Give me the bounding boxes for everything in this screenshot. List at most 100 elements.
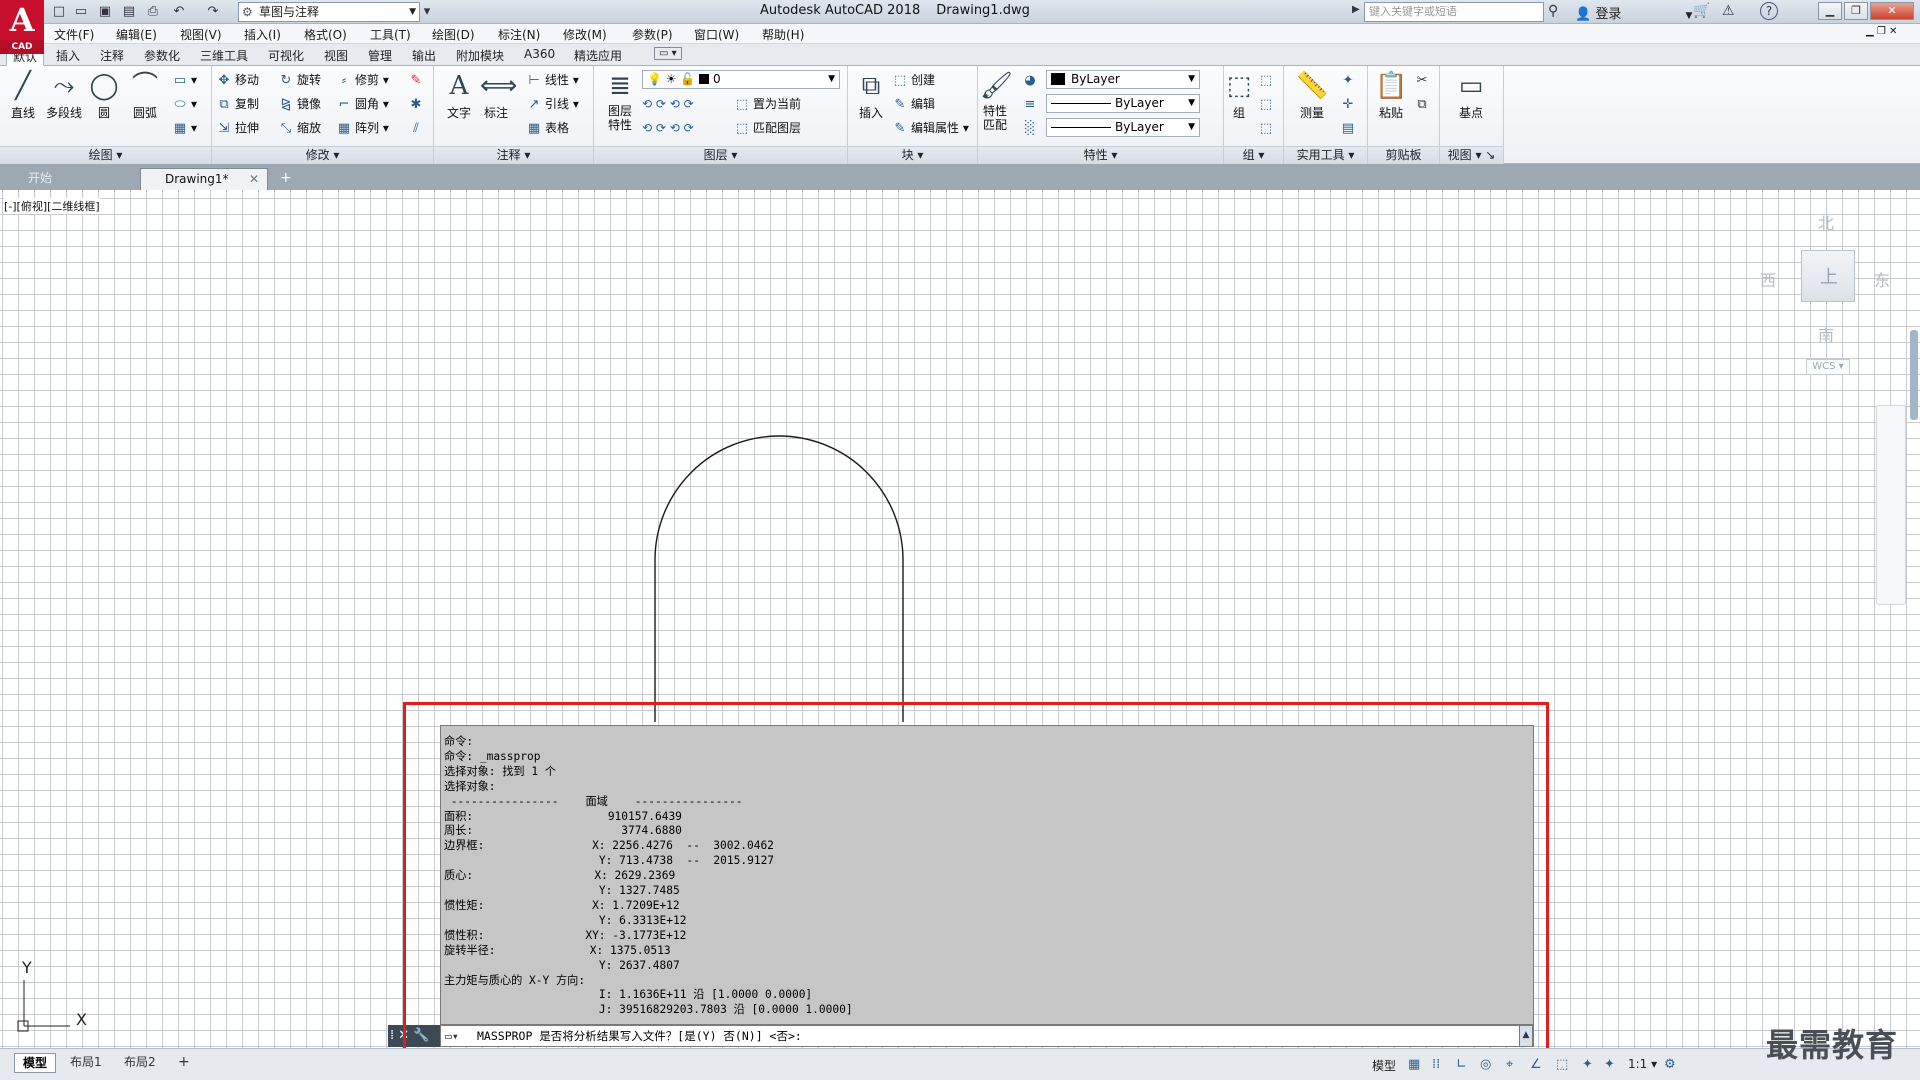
match-layer-button[interactable]: ⬚ 匹配图层 <box>734 118 801 138</box>
doc-minimize-icon[interactable]: ▁ ❐ ✕ <box>1866 26 1897 37</box>
close-tab-icon[interactable]: ✕ <box>249 169 259 189</box>
tab-manage[interactable]: 管理 <box>368 47 392 64</box>
base-button[interactable]: ▭ 基点 <box>1452 70 1490 121</box>
menu-modify[interactable]: 修改(M) <box>563 26 607 43</box>
binoculars-icon[interactable]: ⚲ <box>1548 3 1558 19</box>
edit-block-button[interactable]: ✎ 编辑 <box>892 94 935 114</box>
tab-visualize[interactable]: 可视化 <box>268 47 304 64</box>
panel-properties-title[interactable]: 特性 ▾ <box>978 146 1223 164</box>
polyline-button[interactable]: ⤳ 多段线 <box>42 70 86 121</box>
tab-layout1[interactable]: 布局1 <box>62 1053 110 1073</box>
tab-view[interactable]: 视图 <box>324 47 348 64</box>
erase-icon[interactable]: ✎ <box>408 70 427 90</box>
match-properties-button[interactable]: 🖌 特性匹配 <box>980 70 1013 132</box>
text-button[interactable]: A 文字 <box>442 70 476 121</box>
panel-layers-title[interactable]: 图层 ▾ <box>594 146 847 164</box>
close-button[interactable]: ✕ <box>1870 2 1914 20</box>
osnap-icon[interactable]: ⌖ <box>1506 1057 1513 1072</box>
menu-edit[interactable]: 编辑(E) <box>116 26 157 43</box>
panel-draw-title[interactable]: 绘图 ▾ <box>0 146 211 164</box>
dimension-button[interactable]: ⟺ 标注 <box>478 70 517 121</box>
command-scroll-up[interactable]: ▲ <box>1519 1025 1533 1047</box>
polar-icon[interactable]: ◎ <box>1480 1057 1491 1072</box>
tab-3d-tools[interactable]: 三维工具 <box>200 47 248 64</box>
menu-tools[interactable]: 工具(T) <box>370 26 411 43</box>
transparency-icon[interactable]: ░ <box>1022 118 1041 138</box>
viewcube-west[interactable]: 西 <box>1760 267 1776 291</box>
command-window-grip[interactable]: ⁞ ✕ 🔧 <box>388 1025 440 1047</box>
paste-button[interactable]: 📋 粘贴 <box>1374 70 1408 121</box>
tab-featured-apps[interactable]: 精选应用 <box>574 47 622 64</box>
maximize-button[interactable]: ❐ <box>1844 2 1868 20</box>
otrack-icon[interactable]: ∠ <box>1530 1057 1542 1072</box>
menu-parametric[interactable]: 参数(P) <box>632 26 673 43</box>
hatch-icon[interactable]: ▦ ▾ <box>172 118 197 138</box>
search-expand-icon[interactable]: ▶ <box>1352 4 1360 15</box>
cart-icon[interactable]: 🛒 <box>1693 3 1710 19</box>
grid-icon[interactable]: ▦ <box>1408 1057 1420 1072</box>
tab-annotate[interactable]: 注释 <box>100 47 124 64</box>
workspace-select[interactable]: ⚙ 草图与注释 ▼ <box>238 2 420 22</box>
viewcube-south[interactable]: 南 <box>1818 322 1834 346</box>
group-button[interactable]: ⬚ 组 <box>1226 70 1252 121</box>
tab-insert[interactable]: 插入 <box>56 47 80 64</box>
move-button[interactable]: ✥ 移动 <box>216 70 259 90</box>
explode-icon[interactable]: ✱ <box>408 94 427 114</box>
ungroup-icon[interactable]: ⬚ <box>1258 70 1277 90</box>
leader-button[interactable]: ↗ 引线 ▾ <box>526 94 579 114</box>
layer-tools-row2[interactable]: ⟲ ⟳ ⟲ ⟳ <box>642 118 694 138</box>
panel-groups-title[interactable]: 组 ▾ <box>1224 146 1283 164</box>
menu-help[interactable]: 帮助(H) <box>762 26 804 43</box>
edit-attributes-button[interactable]: ✎ 编辑属性 ▾ <box>892 118 969 138</box>
lineweight-icon[interactable]: ≡ <box>1022 94 1041 114</box>
settings-gear-icon[interactable]: ⚙ <box>1664 1057 1676 1072</box>
save-as-icon[interactable]: ▤ <box>120 3 138 21</box>
panel-view-title[interactable]: 视图 ▾ ↘ <box>1440 146 1503 164</box>
measure-button[interactable]: 📏 测量 <box>1294 70 1330 121</box>
ortho-icon[interactable]: ∟ <box>1456 1057 1467 1072</box>
help-icon[interactable]: ? <box>1760 2 1778 20</box>
offset-icon[interactable]: ⫽ <box>408 118 427 138</box>
cut-icon[interactable]: ✂ <box>1414 70 1433 90</box>
tab-addins[interactable]: 附加模块 <box>456 47 504 64</box>
circle-button[interactable]: ◯ 圆 <box>88 70 120 121</box>
rectangle-icon[interactable]: ▭ ▾ <box>172 70 197 90</box>
minimize-button[interactable]: ▁ <box>1818 2 1842 20</box>
layer-select[interactable]: 💡 ☀ 🔓 0 ▼ <box>642 70 840 89</box>
tab-parametric[interactable]: 参数化 <box>144 47 180 64</box>
linear-button[interactable]: ⊢ 线性 ▾ <box>526 70 579 90</box>
viewcube[interactable]: 上 <box>1801 250 1855 302</box>
copy-button[interactable]: ⧉ 复制 <box>216 94 259 114</box>
ellipse-icon[interactable]: ⬭ ▾ <box>172 94 197 114</box>
linetype-select[interactable]: ByLayer ▼ <box>1046 94 1200 113</box>
copy-clip-icon[interactable]: ⧉ <box>1414 94 1433 114</box>
tab-a360[interactable]: A360 <box>524 47 555 61</box>
mirror-button[interactable]: ⧎ 镜像 <box>278 94 321 114</box>
group-edit-icon[interactable]: ⬚ <box>1258 94 1277 114</box>
menu-format[interactable]: 格式(O) <box>304 26 347 43</box>
model-space-button[interactable]: 模型 <box>1372 1057 1396 1074</box>
add-layout-icon[interactable]: + <box>170 1053 198 1073</box>
layer-properties-button[interactable]: ≣ 图层特性 <box>600 70 640 132</box>
menu-draw[interactable]: 绘图(D) <box>432 26 475 43</box>
menu-insert[interactable]: 插入(I) <box>244 26 281 43</box>
layer-tools-row1[interactable]: ⟲ ⟳ ⟲ ⟳ <box>642 94 694 114</box>
menu-window[interactable]: 窗口(W) <box>694 26 739 43</box>
select-icon[interactable]: ✛ <box>1340 94 1359 114</box>
panel-modify-title[interactable]: 修改 ▾ <box>212 146 433 164</box>
print-icon[interactable]: ⎙ <box>144 3 162 21</box>
selection-cycling-icon[interactable]: ⬚ <box>1556 1057 1568 1072</box>
calculator-icon[interactable]: ▤ <box>1340 118 1359 138</box>
scale-button[interactable]: ⤡ 缩放 <box>278 118 321 138</box>
vertical-scrollbar[interactable] <box>1910 330 1918 420</box>
rotate-button[interactable]: ↻ 旋转 <box>278 70 321 90</box>
fillet-button[interactable]: ⌐ 圆角 ▾ <box>336 94 389 114</box>
save-icon[interactable]: ▣ <box>96 3 114 21</box>
panel-annotation-title[interactable]: 注释 ▾ <box>434 146 593 164</box>
menu-file[interactable]: 文件(F) <box>54 26 94 43</box>
insert-block-button[interactable]: ⧉ 插入 <box>852 70 890 121</box>
tab-drawing1[interactable]: Drawing1* ✕ <box>140 168 268 190</box>
panel-utilities-title[interactable]: 实用工具 ▾ <box>1284 146 1367 164</box>
ribbon-toggle-icon[interactable]: ▭ ▾ <box>654 47 682 60</box>
annotation-visibility-icon[interactable]: ✦ <box>1582 1057 1593 1072</box>
